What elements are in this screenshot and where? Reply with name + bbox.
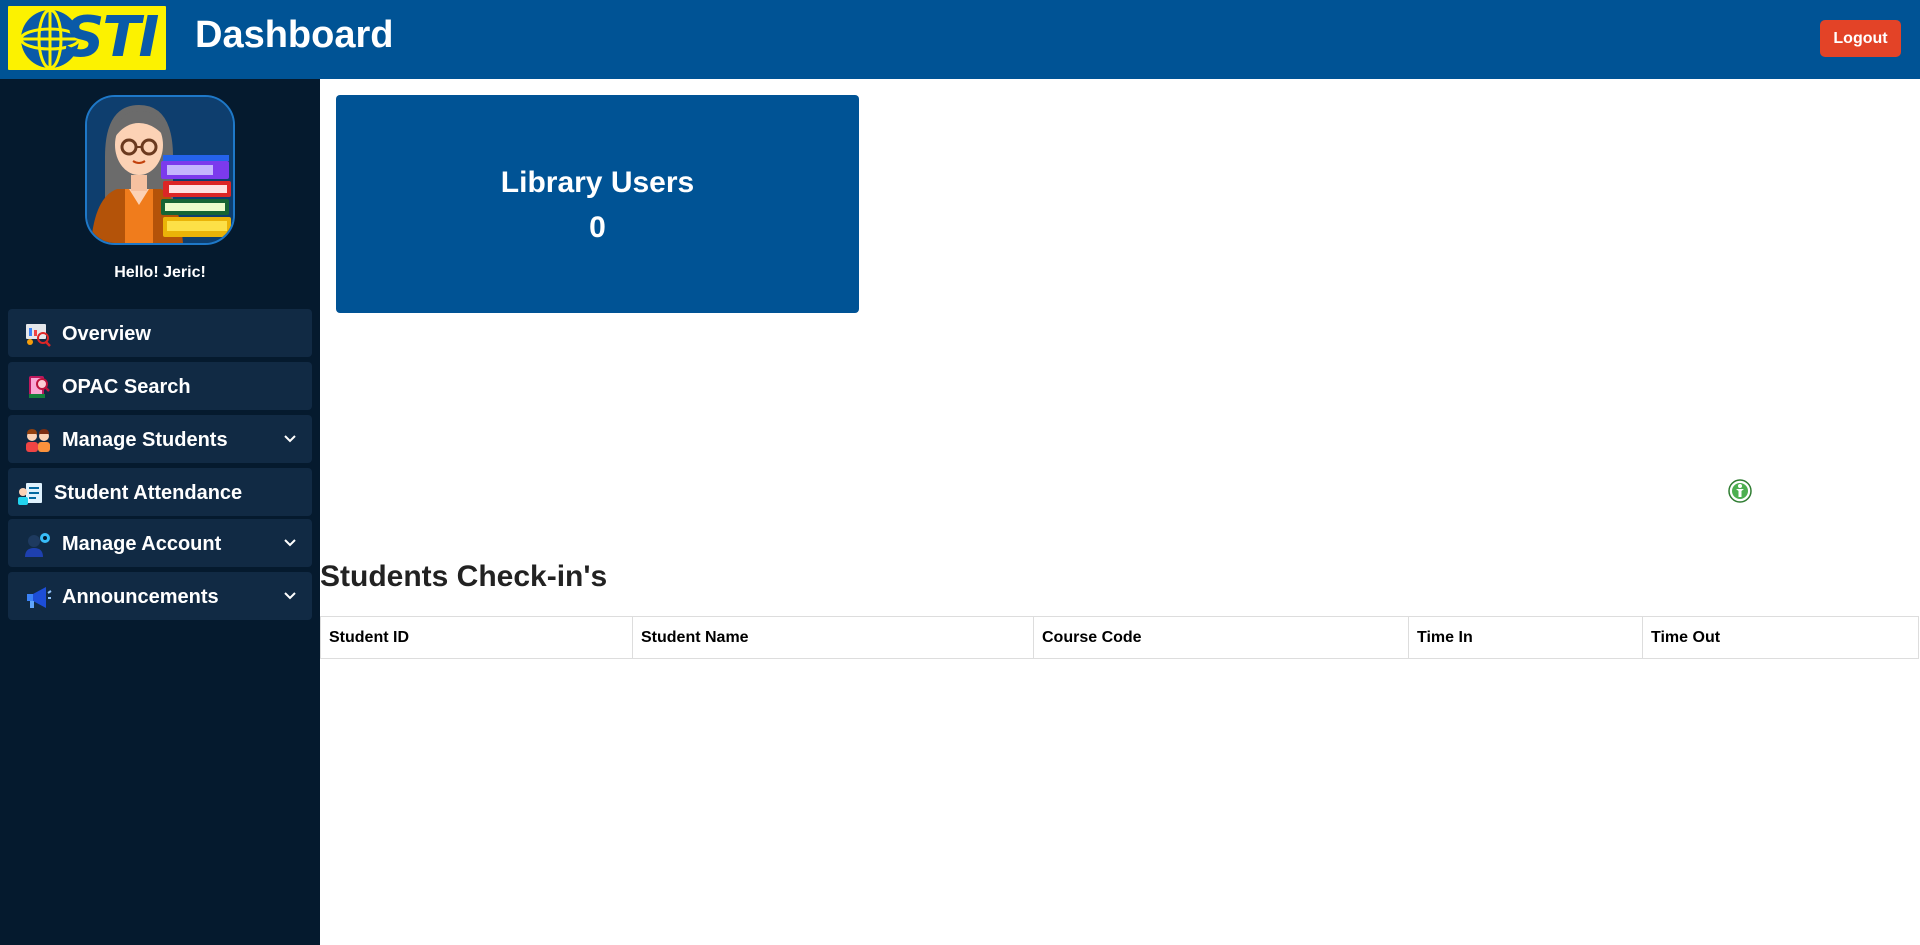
sidebar-item-label: Announcements [62, 586, 219, 608]
logo-text: STI [64, 6, 159, 70]
checkins-title: Students Check-in's [320, 560, 608, 593]
book-search-icon [29, 376, 50, 398]
top-bar: STI Dashboard Logout [0, 0, 1920, 79]
sidebar-item-label: Student Attendance [54, 482, 243, 504]
attendance-icon [18, 483, 42, 505]
library-users-card: Library Users 0 [336, 95, 859, 313]
greeting-text: Hello! Jeric! [114, 264, 206, 281]
presentation-search-icon [26, 324, 51, 347]
sidebar-item-label: Manage Students [62, 429, 228, 451]
sidebar-item-manage-students[interactable]: Manage Students [8, 415, 312, 463]
accessibility-icon[interactable] [1728, 479, 1752, 503]
column-header-time-out[interactable]: Time Out [1642, 616, 1919, 659]
column-header-course-code[interactable]: Course Code [1033, 616, 1409, 659]
sidebar-item-manage-account[interactable]: Manage Account [8, 519, 312, 567]
stat-value: 0 [589, 211, 606, 244]
sidebar-item-label: OPAC Search [62, 376, 191, 398]
checkins-table: Student ID Student Name Course Code Time… [320, 616, 1919, 659]
user-settings-icon [25, 533, 50, 557]
table-header-row: Student ID Student Name Course Code Time… [320, 616, 1919, 659]
chevron-down-icon[interactable] [282, 431, 298, 447]
sidebar-item-label: Manage Account [62, 533, 222, 555]
sidebar-item-label: Overview [62, 323, 151, 345]
sidebar: Hello! Jeric! Overview OPAC Search Manag… [0, 79, 320, 945]
page-title: Dashboard [195, 14, 394, 56]
sti-logo[interactable]: STI [8, 6, 166, 70]
librarian-avatar-icon [87, 97, 233, 243]
chevron-down-icon[interactable] [282, 535, 298, 551]
logout-button[interactable]: Logout [1820, 20, 1901, 57]
students-icon [26, 429, 50, 452]
megaphone-icon [27, 587, 52, 608]
sidebar-item-student-attendance[interactable]: Student Attendance [8, 468, 312, 516]
main-content: Library Users 0 Students Check-in's Stud… [320, 79, 1920, 945]
sidebar-item-overview[interactable]: Overview [8, 309, 312, 357]
column-header-student-id[interactable]: Student ID [320, 616, 633, 659]
sidebar-item-announcements[interactable]: Announcements [8, 572, 312, 620]
column-header-time-in[interactable]: Time In [1408, 616, 1643, 659]
avatar [85, 95, 235, 245]
stat-title: Library Users [500, 166, 695, 199]
column-header-student-name[interactable]: Student Name [632, 616, 1034, 659]
chevron-down-icon[interactable] [282, 588, 298, 604]
sidebar-item-opac-search[interactable]: OPAC Search [8, 362, 312, 410]
